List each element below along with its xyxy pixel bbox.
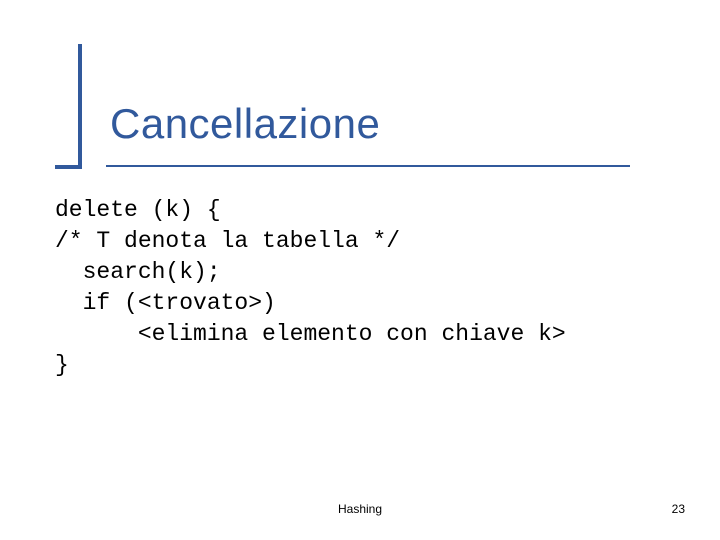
footer-topic: Hashing	[0, 502, 720, 516]
code-block: delete (k) { /* T denota la tabella */ s…	[55, 195, 660, 381]
slide-title: Cancellazione	[110, 100, 380, 148]
accent-horizontal-bar	[55, 165, 82, 169]
title-underline	[106, 165, 630, 167]
accent-vertical-bar	[78, 44, 82, 169]
footer-page-number: 23	[672, 502, 685, 516]
slide: Cancellazione delete (k) { /* T denota l…	[0, 0, 720, 540]
